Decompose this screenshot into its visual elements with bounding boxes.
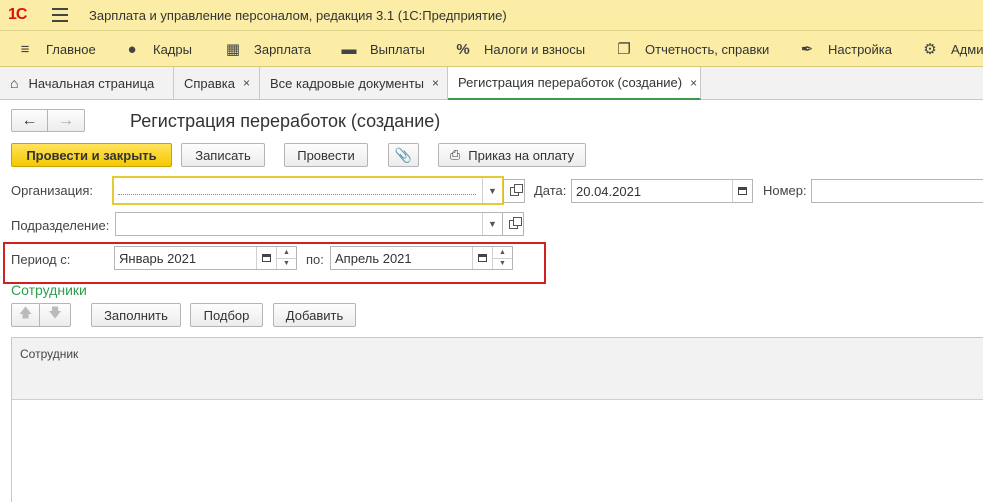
home-icon: ⌂ [10,75,19,91]
open-icon [509,183,523,196]
table-header: Сотрудник [12,338,983,400]
arrow-left-icon: ← [21,111,38,129]
tab-label: Регистрация переработок (создание) [458,75,683,90]
section-salary[interactable]: ▦ Зарплата [224,31,311,67]
print-order-label: Приказ на оплату [468,147,575,163]
tab-overtime-registration[interactable]: Регистрация переработок (создание) × [448,67,701,100]
employees-table[interactable]: Сотрудник [11,337,983,502]
chevron-down-icon[interactable]: ▼ [482,213,502,235]
open-icon [508,216,522,229]
spin-up-icon[interactable]: ▲ [493,247,512,259]
section-label: Зарплата [254,41,311,57]
date-label: Дата: [534,183,567,198]
post-button[interactable]: Провести [284,143,368,167]
back-button[interactable]: ← [11,109,48,132]
add-button[interactable]: Добавить [273,303,356,327]
section-taxes[interactable]: % Налоги и взносы [454,31,585,67]
tab-label: Справка [184,75,235,91]
organization-field[interactable]: ▼ [112,176,504,205]
period-from-value: Январь 2021 [119,250,197,266]
move-up-button[interactable]: 🡅 [11,303,40,327]
period-from-label: Период с: [11,252,71,267]
printer-icon: ⎙ [449,147,461,162]
section-label: Отчетность, справки [645,41,770,57]
period-to-spinner[interactable]: ▲ ▼ [492,247,512,269]
employees-section-title: Сотрудники [11,282,87,298]
department-label: Подразделение: [11,218,110,233]
tabs-bar: ⌂ Начальная страница Справка × Все кадро… [0,67,983,100]
section-label: Кадры [153,41,192,57]
spin-down-icon[interactable]: ▼ [493,259,512,270]
save-button[interactable]: Записать [181,143,265,167]
date-value: 20.04.2021 [576,183,642,199]
app-logo: 1С [8,6,27,23]
period-to-value: Апрель 2021 [335,250,412,266]
number-label: Номер: [763,183,807,198]
sections-bar: ≡ Главное ● Кадры ▦ Зарплата ▬ Выплаты %… [0,31,983,67]
app-title: Зарплата и управление персоналом, редакц… [89,8,507,23]
attach-button[interactable]: 📎 [388,143,419,167]
date-field[interactable]: 20.04.2021 [571,179,753,203]
paperclip-icon: 📎 [394,146,413,163]
calendar-icon[interactable] [256,247,276,269]
section-label: Главное [46,41,96,57]
tab-label: Начальная страница [28,75,155,91]
section-label: Адми [951,41,983,57]
reports-icon: ❐ [617,41,631,58]
department-field[interactable]: ▼ [115,212,503,236]
section-hr[interactable]: ● Кадры [123,31,192,67]
hamburger-menu-icon[interactable] [52,8,68,22]
hamburger-icon: ≡ [20,40,30,58]
organization-open-button[interactable] [503,179,525,203]
calendar-icon[interactable] [472,247,492,269]
section-main[interactable]: ≡ Главное [16,31,96,67]
section-label: Налоги и взносы [484,41,586,57]
spin-up-icon[interactable]: ▲ [277,247,296,259]
arrow-right-icon: → [58,111,74,129]
period-from-spinner[interactable]: ▲ ▼ [276,247,296,269]
percent-icon: % [456,40,470,58]
arrow-down-icon: 🡇 [48,305,62,320]
period-to-label: по: [306,252,324,267]
calendar-icon[interactable] [732,180,752,202]
calculator-icon: ▦ [225,41,241,58]
section-admin[interactable]: ⚙ Адми [921,31,983,67]
section-reports[interactable]: ❐ Отчетность, справки [615,31,769,67]
move-down-button[interactable]: 🡇 [39,303,71,327]
fill-button[interactable]: Заполнить [91,303,181,327]
title-bar: 1С Зарплата и управление персоналом, ред… [0,0,983,31]
section-label: Настройка [828,41,892,57]
spin-down-icon[interactable]: ▼ [277,259,296,270]
tab-help[interactable]: Справка × [174,67,260,99]
people-icon: ● [127,40,137,58]
forward-button[interactable]: → [47,109,85,132]
number-field[interactable] [811,179,983,203]
gear-icon: ⚙ [923,41,937,58]
column-header-employee[interactable]: Сотрудник [20,347,78,361]
close-icon[interactable]: × [432,76,439,90]
wallet-icon: ▬ [341,40,357,58]
department-open-button[interactable] [502,212,524,236]
section-label: Выплаты [370,41,425,57]
close-icon[interactable]: × [690,76,697,90]
period-from-field[interactable]: Январь 2021 ▲ ▼ [114,246,297,270]
tab-label: Все кадровые документы [270,75,425,91]
close-icon[interactable]: × [243,76,250,90]
wrench-icon: ✒ [800,41,814,58]
print-order-button[interactable]: ⎙ Приказ на оплату [438,143,586,167]
arrow-up-icon: 🡅 [18,305,33,320]
tab-hr-documents[interactable]: Все кадровые документы × [260,67,448,99]
section-settings[interactable]: ✒ Настройка [798,31,892,67]
section-payments[interactable]: ▬ Выплаты [340,31,425,67]
post-and-close-button[interactable]: Провести и закрыть [11,143,172,167]
page-title: Регистрация переработок (создание) [130,111,441,131]
chevron-down-icon[interactable]: ▼ [482,178,502,203]
select-button[interactable]: Подбор [190,303,263,327]
organization-label: Организация: [11,183,94,198]
tab-home[interactable]: ⌂ Начальная страница [0,67,174,99]
period-to-field[interactable]: Апрель 2021 ▲ ▼ [330,246,513,270]
